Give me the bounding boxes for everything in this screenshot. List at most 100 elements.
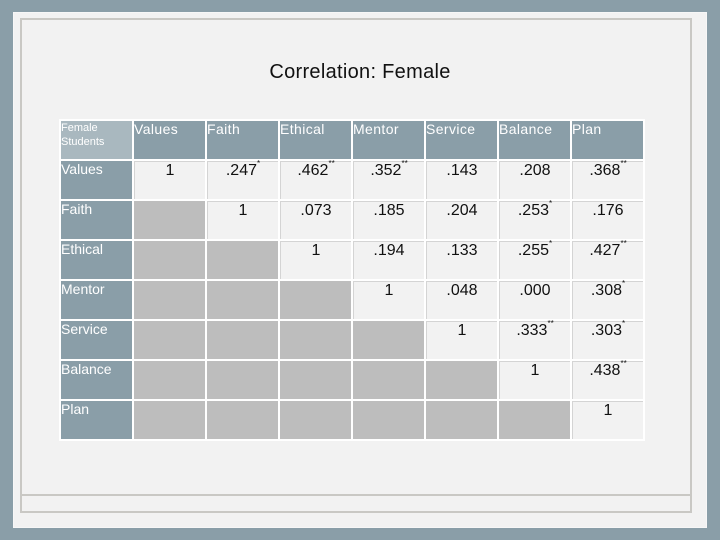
blank-cell: [499, 401, 570, 439]
correlation-value: 1: [238, 202, 248, 219]
significance-marker: *: [622, 279, 626, 288]
column-header-service: Service: [426, 121, 497, 159]
diagonal-cell: 1: [572, 401, 643, 439]
correlation-value: 1: [603, 402, 613, 419]
correlation-cell: .255*: [499, 239, 570, 279]
blank-cell: [134, 281, 205, 319]
correlation-value: .308: [590, 282, 622, 299]
table-row: Ethical 1 .194 .133 .255* .427**: [61, 239, 643, 279]
blank-cell: [134, 241, 205, 279]
significance-marker: **: [620, 159, 627, 168]
row-header: Values: [61, 161, 132, 199]
table-body: Values 1.247* .462** .352** .143.208.368** Fa…: [61, 159, 643, 439]
column-header-plan: Plan: [572, 121, 643, 159]
significance-marker: *: [549, 199, 553, 208]
diagonal-cell: 1: [134, 161, 205, 199]
row-header: Balance: [61, 361, 132, 399]
correlation-value: .204: [446, 202, 478, 219]
correlation-value: .048: [446, 282, 478, 299]
corner-label-line1: Female: [61, 122, 98, 134]
table-row: Plan 1: [61, 401, 643, 439]
correlation-value: .247: [225, 162, 257, 179]
significance-marker: *: [549, 239, 553, 248]
correlation-cell: .185: [353, 201, 424, 239]
header-row: Female Students Values Faith Ethical Men…: [61, 121, 643, 159]
corner-label-line2: Students: [61, 136, 105, 148]
correlation-value: .438: [589, 362, 621, 379]
blank-cell: [134, 321, 205, 359]
correlation-value: .176: [592, 202, 624, 219]
correlation-cell: .204: [426, 201, 497, 239]
correlation-cell: .133: [426, 241, 497, 279]
blank-cell: [280, 281, 351, 319]
blank-cell: [207, 401, 278, 439]
significance-marker: *: [257, 159, 261, 168]
correlation-value: .000: [519, 282, 551, 299]
correlation-table: Female Students Values Faith Ethical Men…: [59, 119, 645, 441]
blank-cell: [353, 321, 424, 359]
correlation-cell: .303*: [572, 319, 643, 359]
correlation-cell: .208: [499, 161, 570, 199]
correlation-value: 1: [311, 242, 321, 259]
correlation-value: .253: [517, 202, 549, 219]
column-header-faith: Faith: [207, 121, 278, 159]
correlation-cell: .176: [572, 201, 643, 239]
correlation-cell: .143: [426, 161, 497, 199]
correlation-value: 1: [530, 362, 540, 379]
blank-cell: [426, 361, 497, 399]
correlation-value: .073: [300, 202, 332, 219]
blank-cell: [207, 321, 278, 359]
significance-marker: *: [622, 319, 626, 328]
correlation-cell: .368**: [572, 159, 643, 199]
correlation-cell: .333**: [499, 319, 570, 359]
correlation-value: .427: [589, 242, 621, 259]
blank-cell: [280, 361, 351, 399]
correlation-cell: .462**: [280, 159, 351, 199]
slide-frame-footer-band: [20, 494, 692, 513]
table-row: Balance 1 .438**: [61, 359, 643, 399]
correlation-value: .368: [589, 162, 621, 179]
row-header: Faith: [61, 201, 132, 239]
row-header: Ethical: [61, 241, 132, 279]
blank-cell: [353, 401, 424, 439]
significance-marker: **: [620, 359, 627, 368]
blank-cell: [280, 401, 351, 439]
correlation-value: .352: [370, 162, 402, 179]
correlation-value: .333: [516, 322, 548, 339]
correlation-cell: .073: [280, 201, 351, 239]
significance-marker: **: [620, 239, 627, 248]
diagonal-cell: 1: [280, 241, 351, 279]
correlation-value: .185: [373, 202, 405, 219]
diagonal-cell: 1: [207, 201, 278, 239]
blank-cell: [207, 281, 278, 319]
row-header: Service: [61, 321, 132, 359]
significance-marker: **: [328, 159, 335, 168]
column-header-ethical: Ethical: [280, 121, 351, 159]
correlation-value: .143: [446, 162, 478, 179]
correlation-cell: .308*: [572, 279, 643, 319]
correlation-value: .133: [446, 242, 478, 259]
correlation-value: .462: [297, 162, 329, 179]
row-header: Plan: [61, 401, 132, 439]
slide-title: Correlation: Female: [269, 61, 451, 83]
correlation-cell: .048: [426, 281, 497, 319]
blank-cell: [426, 401, 497, 439]
diagonal-cell: 1: [426, 321, 497, 359]
table-row: Values 1.247* .462** .352** .143.208.368**: [61, 159, 643, 199]
column-header-mentor: Mentor: [353, 121, 424, 159]
correlation-cell: .000: [499, 281, 570, 319]
correlation-cell: .194: [353, 241, 424, 279]
column-header-balance: Balance: [499, 121, 570, 159]
column-header-values: Values: [134, 121, 205, 159]
blank-cell: [134, 201, 205, 239]
correlation-value: 1: [457, 322, 467, 339]
blank-cell: [207, 241, 278, 279]
correlation-value: 1: [165, 162, 175, 179]
correlation-cell: .352**: [353, 159, 424, 199]
table-row: Service 1.333** .303*: [61, 319, 643, 359]
correlation-value: .255: [517, 242, 549, 259]
diagonal-cell: 1: [353, 281, 424, 319]
blank-cell: [134, 401, 205, 439]
correlation-value: .303: [590, 322, 622, 339]
blank-cell: [134, 361, 205, 399]
